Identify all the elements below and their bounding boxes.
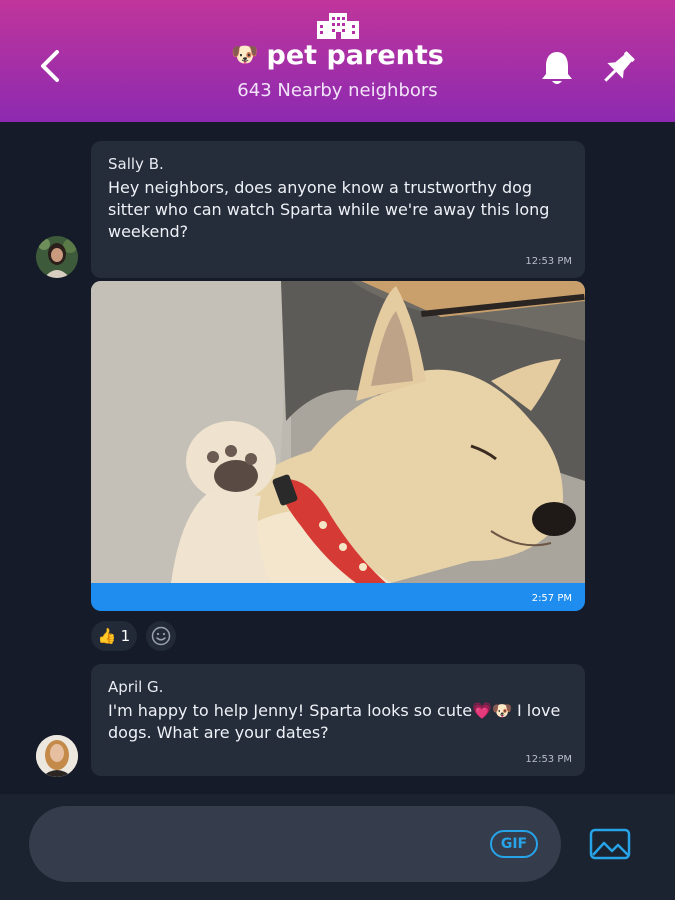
message-bubble[interactable]: Sally B. Hey neighbors, does anyone know… <box>91 141 585 278</box>
pin-icon <box>604 51 635 82</box>
message-timestamp: 12:53 PM <box>525 256 572 267</box>
notifications-button[interactable] <box>537 48 577 88</box>
add-reaction-button[interactable] <box>146 621 176 651</box>
building-icon <box>317 13 359 39</box>
reaction-count: 1 <box>120 627 131 645</box>
reaction-thumbs-up[interactable]: 👍 1 <box>91 621 137 651</box>
avatar-image <box>36 735 78 777</box>
composer-bar: GIF <box>0 794 675 900</box>
message-timestamp: 12:53 PM <box>525 754 572 765</box>
chat-header: 🐶 pet parents 643 Nearby neighbors <box>0 0 675 122</box>
gif-button[interactable]: GIF <box>490 830 538 858</box>
dog-photo[interactable] <box>91 281 585 583</box>
sender-name: Sally B. <box>108 155 164 173</box>
group-title-text: pet parents <box>266 40 444 71</box>
photo-message[interactable]: 2:57 PM <box>91 281 585 611</box>
bell-icon <box>542 52 572 84</box>
message-text: Hey neighbors, does anyone know a trustw… <box>108 178 550 241</box>
thumbs-up-icon: 👍 <box>97 627 117 645</box>
attach-image-button[interactable] <box>588 827 632 861</box>
message-input[interactable] <box>57 806 477 882</box>
message-text: I'm happy to help Jenny! Sparta looks so… <box>108 701 561 742</box>
image-icon <box>589 828 631 860</box>
sender-name: April G. <box>108 678 164 696</box>
message-list[interactable]: Sally B. Hey neighbors, does anyone know… <box>0 122 675 794</box>
dog-emoji-icon: 🐶 <box>231 43 259 68</box>
avatar[interactable] <box>36 236 78 278</box>
smiley-add-icon <box>151 626 171 646</box>
message-input-container[interactable]: GIF <box>29 806 561 882</box>
pin-button[interactable] <box>598 48 638 88</box>
message-bubble[interactable]: April G. I'm happy to help Jenny! Sparta… <box>91 664 585 776</box>
message-timestamp: 2:57 PM <box>531 593 572 604</box>
avatar-image <box>36 236 78 278</box>
avatar[interactable] <box>36 735 78 777</box>
